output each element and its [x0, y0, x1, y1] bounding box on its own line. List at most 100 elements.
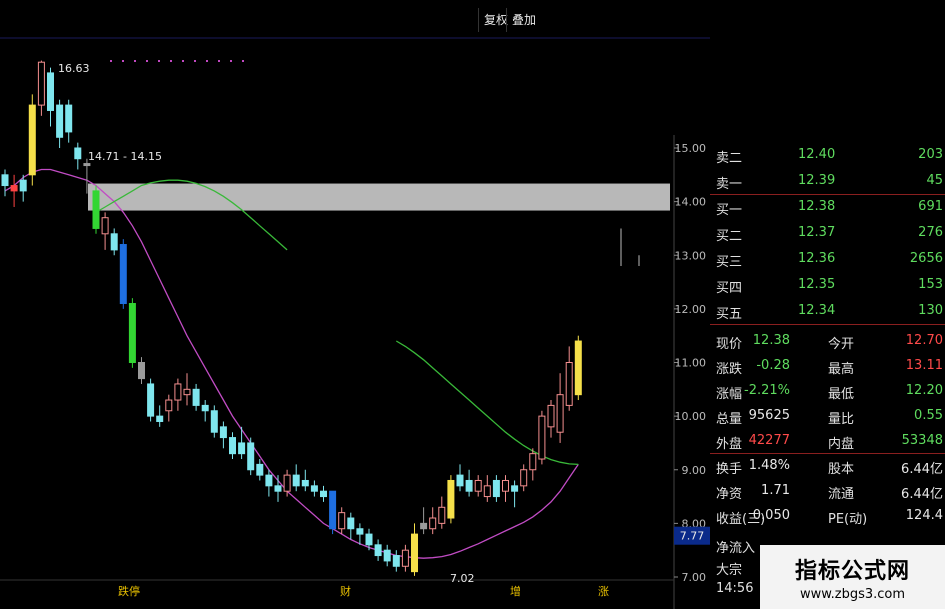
order-volume: 2656	[909, 251, 943, 266]
candle-body	[28, 104, 36, 176]
quote-row[interactable]: 涨幅 -2.21% 最低 12.20	[710, 381, 945, 403]
quote-label: 换手	[716, 462, 743, 477]
candle-body	[274, 485, 282, 492]
order-volume: 203	[918, 147, 943, 162]
order-volume: 130	[918, 303, 943, 318]
candle-body	[165, 399, 173, 412]
candle-body	[92, 190, 100, 229]
order-book-row[interactable]: 买五 12.34 130	[710, 301, 945, 323]
quote-row[interactable]: 外盘 42277 内盘 53348	[710, 431, 945, 453]
top-dot-marker	[182, 60, 184, 62]
candle-body	[511, 485, 519, 492]
candle-body	[156, 415, 164, 422]
quote-value-2: 6.44亿	[901, 487, 943, 502]
candle-body	[238, 442, 246, 455]
order-price: 12.39	[798, 173, 836, 188]
quote-label: 外盘	[716, 437, 743, 452]
order-label: 卖一	[716, 177, 743, 192]
price-tick-label: 12.00	[675, 303, 707, 316]
candle-body	[310, 485, 318, 492]
candle-body	[219, 426, 227, 439]
quote-label-2: 今开	[828, 337, 855, 352]
jingliu-label: 净流入	[716, 541, 756, 556]
quote-row[interactable]: 现价 12.38 今开 12.70	[710, 331, 945, 353]
quote-value: -0.28	[756, 358, 790, 373]
candle-body	[356, 528, 364, 535]
quote-row[interactable]: 换手 1.48% 股本 6.44亿	[710, 456, 945, 478]
quote-value: 12.38	[752, 333, 790, 348]
bottom-signal-label: 增	[510, 584, 521, 598]
candle-body	[574, 340, 582, 396]
quote-value-2: 0.55	[914, 408, 943, 423]
candle-body	[329, 490, 337, 530]
quote-row[interactable]: 净资 1.71 流通 6.44亿	[710, 481, 945, 503]
candle-body	[229, 437, 236, 455]
order-book-row[interactable]: 卖二 12.40 203	[710, 145, 945, 167]
candle-body	[119, 244, 127, 305]
price-tick-label: 15.00	[675, 142, 707, 155]
candle-body	[502, 479, 509, 492]
order-book-row[interactable]: 买一 12.38 691	[710, 197, 945, 219]
top-dot-marker	[122, 60, 124, 62]
candle-body	[74, 147, 82, 160]
quote-value: 1.71	[761, 483, 790, 498]
candle-body	[265, 474, 273, 487]
order-book-row[interactable]: 买三 12.36 2656	[710, 249, 945, 271]
order-book-separator	[710, 194, 945, 195]
order-price: 12.35	[798, 277, 836, 292]
current-price-label: 7.77	[680, 530, 705, 543]
candle-body	[447, 479, 455, 519]
quote-label-2: 最高	[828, 362, 855, 377]
top-dot-marker	[146, 60, 148, 62]
zone-annotation: 14.71 - 14.15	[88, 150, 162, 163]
quote-value-2: 12.20	[905, 383, 943, 398]
quote-label-2: PE(动)	[828, 512, 868, 527]
order-volume: 153	[918, 277, 943, 292]
quote-value-2: 13.11	[905, 358, 943, 373]
quote-label-2: 股本	[828, 462, 855, 477]
top-dot-marker	[206, 60, 208, 62]
top-dot-marker	[170, 60, 172, 62]
candle-body	[374, 544, 382, 557]
watermark-title: 指标公式网	[794, 559, 910, 584]
order-book-row[interactable]: 买二 12.37 276	[710, 223, 945, 245]
quote-panel: 卖二 12.40 203 卖一 12.39 45 买一 12.38 691 买二 12…	[710, 135, 945, 609]
quote-value-2: 124.4	[905, 508, 943, 523]
quote-value-2: 12.70	[905, 333, 943, 348]
order-label: 买三	[716, 255, 743, 270]
candle-body	[556, 394, 564, 433]
candle-body	[301, 479, 309, 487]
bottom-signal-label: 财	[340, 584, 351, 598]
quote-row[interactable]: 涨跌 -0.28 最高 13.11	[710, 356, 945, 378]
candle-body	[147, 383, 155, 417]
order-label: 卖二	[716, 151, 743, 166]
candle-body	[174, 383, 182, 401]
quote-label: 涨跌	[716, 362, 743, 377]
candle-body	[101, 217, 109, 235]
price-tick-label: 14.00	[675, 196, 707, 209]
order-book-row[interactable]: 买四 12.35 153	[710, 275, 945, 297]
candle-body	[138, 362, 145, 380]
quote-row[interactable]: 收益(三) 0.050 PE(动) 124.4	[710, 506, 945, 528]
candlestick-chart[interactable]: 15.0014.0013.0012.0011.0010.009.008.007.…	[0, 0, 710, 609]
time-label: 14:56	[716, 581, 754, 596]
order-price: 12.36	[798, 251, 836, 266]
candle-body	[210, 410, 218, 433]
candle-body	[19, 179, 27, 192]
top-dot-marker	[158, 60, 160, 62]
order-volume: 691	[918, 199, 943, 214]
candle-body	[47, 72, 54, 111]
top-dot-marker	[230, 60, 232, 62]
candle-body	[201, 404, 209, 412]
price-tick-label: 13.00	[675, 249, 707, 262]
order-volume: 45	[926, 173, 943, 188]
candle-body	[565, 362, 573, 406]
order-book-row[interactable]: 卖一 12.39 45	[710, 171, 945, 193]
quote-row[interactable]: 总量 95625 量比 0.55	[710, 406, 945, 428]
quote-label: 总量	[716, 412, 743, 427]
candle-body	[320, 490, 327, 498]
quote-label-2: 流通	[828, 487, 855, 502]
dazong-label: 大宗	[716, 563, 743, 578]
site-watermark: 指标公式网 www.zbgs3.com	[760, 545, 945, 609]
quote-value: -2.21%	[744, 383, 790, 398]
